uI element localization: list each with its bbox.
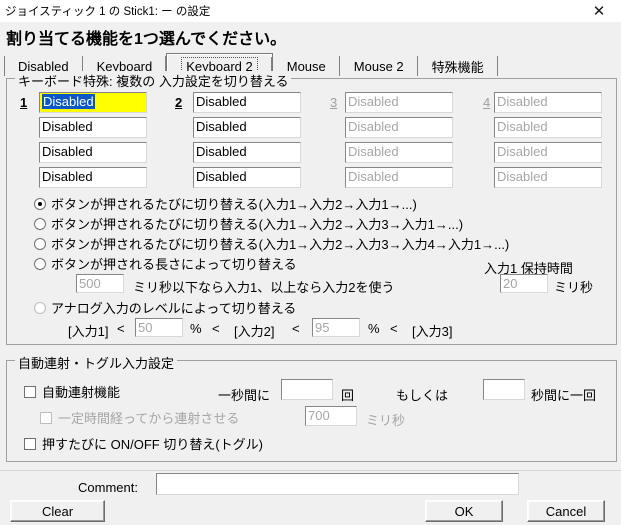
- tab-label: Mouse 2: [353, 58, 404, 74]
- toggle-checkbox[interactable]: [24, 437, 36, 450]
- comment-label: Comment:: [78, 480, 138, 495]
- input-field-4-2: Disabled: [494, 117, 602, 138]
- input-field-4-3: Disabled: [494, 142, 602, 163]
- cancel-button[interactable]: Cancel: [527, 500, 605, 522]
- delay-unit-label: ミリ秒: [366, 413, 406, 428]
- mode-label-5: アナログ入力のレベルによって切り替える: [51, 301, 297, 316]
- radio-toggle-by-duration[interactable]: [34, 257, 46, 270]
- autofire-checkbox[interactable]: [24, 385, 36, 398]
- analog-lt-4: <: [390, 321, 398, 336]
- analog-input3-label: [入力3]: [412, 324, 453, 339]
- mode-radio-row-5[interactable]: アナログ入力のレベルによって切り替える: [34, 298, 296, 317]
- input-field-1-3[interactable]: Disabled: [39, 142, 147, 163]
- autofire-checkbox-row[interactable]: 自動連射機能: [24, 382, 120, 401]
- column-number-1: 1: [20, 95, 28, 110]
- input-field-1-2[interactable]: Disabled: [39, 117, 147, 138]
- input-field-2-1[interactable]: Disabled: [193, 92, 301, 113]
- tab-special-function[interactable]: 特殊機能: [417, 53, 498, 79]
- analog-input1-label: [入力1]: [68, 324, 109, 339]
- autofire-checkbox-label: 自動連射機能: [42, 385, 121, 400]
- mode-radio-row-1[interactable]: ボタンが押されるたびに切り替える(入力1→入力2→入力1→...): [34, 194, 417, 213]
- analog-threshold-1-input: 50: [135, 318, 183, 337]
- input-field-4-4: Disabled: [494, 167, 602, 188]
- per-second-label: 一秒間に: [218, 388, 271, 403]
- interval-input[interactable]: [483, 379, 525, 400]
- toggle-checkbox-label: 押すたびに ON/OFF 切り替え(トグル): [42, 437, 263, 452]
- input-field-4-1: Disabled: [494, 92, 602, 113]
- column-number-2: 2: [175, 95, 183, 110]
- duration-threshold-input: 500: [76, 274, 124, 293]
- footer-divider: [0, 470, 621, 471]
- analog-lt-3: <: [292, 321, 300, 336]
- input-field-3-4: Disabled: [345, 167, 453, 188]
- per-second-input[interactable]: [281, 379, 333, 400]
- mode-radio-row-2[interactable]: ボタンが押されるたびに切り替える(入力1→入力2→入力3→入力1→...): [34, 214, 463, 233]
- clear-button[interactable]: Clear: [10, 500, 105, 522]
- analog-lt-2: <: [212, 321, 220, 336]
- input-field-3-3: Disabled: [345, 142, 453, 163]
- times-unit-label: 回: [341, 388, 355, 403]
- analog-threshold-2-input: 95: [312, 318, 360, 337]
- page-title: 割り当てる機能を1つ選んでください。: [6, 31, 287, 48]
- analog-lt-1: <: [117, 321, 125, 336]
- input-field-2-3[interactable]: Disabled: [193, 142, 301, 163]
- input-field-3-2: Disabled: [345, 117, 453, 138]
- window-title: ジョイスティック 1 の Stick1: ー の設定: [5, 6, 211, 18]
- hold-time-unit: ミリ秒: [554, 280, 594, 295]
- or-label: もしくは: [396, 388, 449, 403]
- input-field-1-1[interactable]: Disabled: [39, 92, 147, 113]
- analog-input2-label: [入力2]: [234, 324, 275, 339]
- radio-toggle-3-inputs[interactable]: [34, 217, 46, 230]
- toggle-checkbox-row[interactable]: 押すたびに ON/OFF 切り替え(トグル): [24, 434, 263, 453]
- delay-checkbox-label: 一定時間経ってから連射させる: [58, 411, 240, 426]
- mode-radio-row-3[interactable]: ボタンが押されるたびに切り替える(入力1→入力2→入力3→入力4→入力1→...…: [34, 234, 509, 253]
- title-bar: ジョイスティック 1 の Stick1: ー の設定 ✕: [0, 0, 621, 22]
- autofire-toggle-group-title: 自動連射・トグル入力設定: [15, 353, 178, 372]
- tab-label: Mouse: [286, 58, 326, 74]
- analog-percent-1: %: [190, 321, 202, 336]
- tab-mouse-2[interactable]: Mouse 2: [339, 53, 418, 79]
- duration-threshold-label: ミリ秒以下なら入力1、以上なら入力2を使う: [133, 280, 395, 295]
- input-field-2-4[interactable]: Disabled: [193, 167, 301, 188]
- input-field-3-1: Disabled: [345, 92, 453, 113]
- radio-toggle-2-inputs[interactable]: [34, 197, 46, 210]
- interval-unit-label: 秒間に一回: [531, 388, 597, 403]
- ok-button[interactable]: OK: [425, 500, 503, 522]
- keyboard-special-group-title: キーボード特殊: 複数の 入力設定を切り替える: [15, 71, 292, 90]
- radio-toggle-by-analog-level[interactable]: [34, 301, 46, 314]
- mode-label-2: ボタンが押されるたびに切り替える(入力1→入力2→入力3→入力1→...): [51, 217, 464, 232]
- input-field-1-1-text: Disabled: [42, 94, 95, 109]
- comment-input[interactable]: [156, 473, 519, 495]
- close-icon[interactable]: ✕: [577, 0, 621, 22]
- input-field-1-4[interactable]: Disabled: [39, 167, 147, 188]
- mode-label-1: ボタンが押されるたびに切り替える(入力1→入力2→入力1→...): [51, 197, 417, 212]
- column-number-3: 3: [330, 95, 338, 110]
- hold-time-input: 20: [500, 274, 548, 293]
- delay-checkbox-row: 一定時間経ってから連射させる: [40, 408, 239, 427]
- delay-checkbox: [40, 411, 52, 424]
- tab-label: 特殊機能: [431, 59, 484, 75]
- analog-percent-2: %: [368, 321, 380, 336]
- mode-radio-row-4[interactable]: ボタンが押される長さによって切り替える: [34, 254, 297, 273]
- mode-label-3: ボタンが押されるたびに切り替える(入力1→入力2→入力3→入力4→入力1→...…: [51, 237, 510, 252]
- radio-toggle-4-inputs[interactable]: [34, 237, 46, 250]
- mode-label-4: ボタンが押される長さによって切り替える: [51, 257, 297, 272]
- input-field-2-2[interactable]: Disabled: [193, 117, 301, 138]
- column-number-4: 4: [483, 95, 491, 110]
- delay-input: 700: [305, 406, 357, 426]
